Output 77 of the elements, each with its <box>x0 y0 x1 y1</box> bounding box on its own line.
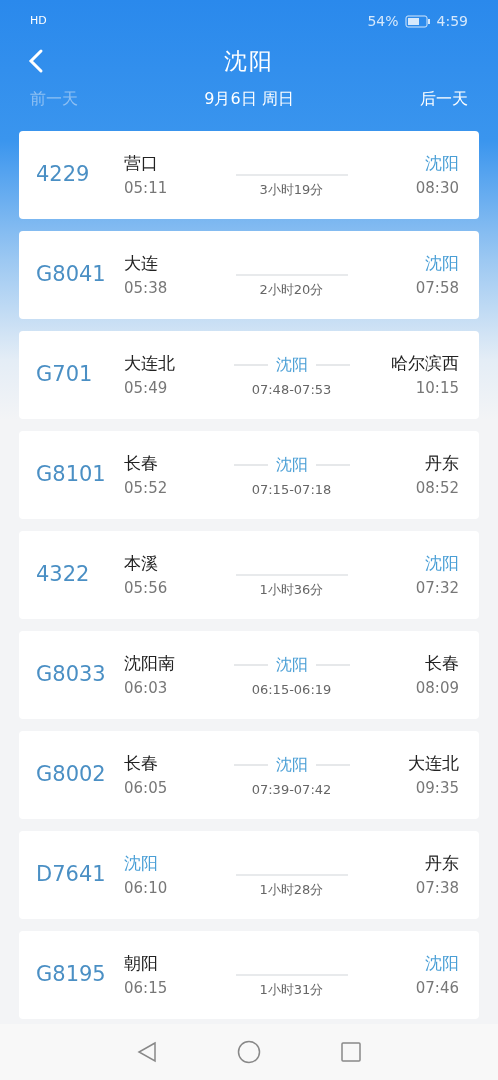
duration-text: 1小时36分 <box>259 581 324 600</box>
train-card[interactable]: D7641 沈阳 06:10 1小时28分 丹东 07:38 <box>19 831 479 919</box>
arrival-station: 大连北 <box>408 752 459 775</box>
back-nav-icon[interactable] <box>137 1041 157 1063</box>
via-station: 沈阳 <box>275 653 308 676</box>
duration-text: 3小时19分 <box>259 181 324 200</box>
departure-time: 05:38 <box>124 277 169 299</box>
train-number: G8002 <box>36 761 107 789</box>
departure-time: 06:15 <box>124 977 169 999</box>
train-number: 4322 <box>36 561 91 589</box>
arrival-time: 09:35 <box>415 777 459 799</box>
departure-station: 沈阳 <box>124 852 159 875</box>
train-card[interactable]: G8002 长春 06:05 沈阳 07:39-07:42 大连北 09:35 <box>19 731 479 819</box>
departure-station: 长春 <box>124 452 159 475</box>
arrival-time: 10:15 <box>415 377 459 399</box>
arrival-station: 丹东 <box>425 452 459 475</box>
stop-time-range: 07:39-07:42 <box>251 780 332 799</box>
departure-station: 沈阳南 <box>124 652 176 675</box>
duration-text: 1小时31分 <box>259 981 324 1000</box>
train-card[interactable]: 4229 营口 05:11 3小时19分 沈阳 08:30 <box>19 131 479 219</box>
departure-time: 05:11 <box>124 177 169 199</box>
arrival-station: 长春 <box>425 652 459 675</box>
stop-time-range: 06:15-06:19 <box>251 680 332 699</box>
via-station: 沈阳 <box>275 453 308 476</box>
train-number: G8195 <box>36 961 107 989</box>
train-number: D7641 <box>36 861 107 889</box>
via-station: 沈阳 <box>275 753 308 776</box>
train-card[interactable]: G8101 长春 05:52 沈阳 07:15-07:18 丹东 08:52 <box>19 431 479 519</box>
page-title: 沈阳 <box>224 46 274 76</box>
train-number: 4229 <box>36 161 91 189</box>
arrival-station: 丹东 <box>425 852 459 875</box>
departure-station: 本溪 <box>124 552 159 575</box>
recents-nav-icon[interactable] <box>341 1042 361 1062</box>
departure-time: 05:56 <box>124 577 169 599</box>
train-number: G8101 <box>36 461 107 489</box>
stop-time-range: 07:48-07:53 <box>251 380 332 399</box>
departure-time: 06:05 <box>124 777 169 799</box>
stop-time-range: 07:15-07:18 <box>251 480 332 499</box>
arrival-time: 07:38 <box>415 877 459 899</box>
arrival-station: 哈尔滨西 <box>391 352 459 375</box>
departure-station: 大连北 <box>124 352 176 375</box>
battery-icon <box>404 14 431 28</box>
train-number: G8041 <box>36 261 107 289</box>
clock: 4:59 <box>436 11 468 31</box>
arrival-time: 08:52 <box>415 477 459 499</box>
arrival-station: 沈阳 <box>425 952 459 975</box>
departure-time: 06:03 <box>124 677 169 699</box>
arrival-time: 08:09 <box>415 677 459 699</box>
duration-text: 1小时28分 <box>259 881 324 900</box>
departure-time: 05:52 <box>124 477 169 499</box>
arrival-time: 07:32 <box>415 577 459 599</box>
departure-time: 06:10 <box>124 877 169 899</box>
date-label: 9月6日 周日 <box>204 88 294 110</box>
home-nav-icon[interactable] <box>237 1040 261 1064</box>
train-card[interactable]: G8041 大连 05:38 2小时20分 沈阳 07:58 <box>19 231 479 319</box>
departure-station: 营口 <box>124 152 159 175</box>
departure-station: 朝阳 <box>124 952 159 975</box>
arrival-time: 07:58 <box>415 277 459 299</box>
arrival-time: 08:30 <box>415 177 459 199</box>
train-card[interactable]: G8195 朝阳 06:15 1小时31分 沈阳 07:46 <box>19 931 479 1019</box>
arrival-time: 07:46 <box>415 977 459 999</box>
back-button[interactable] <box>28 48 44 74</box>
status-icons: HD <box>30 12 47 30</box>
train-card[interactable]: G701 大连北 05:49 沈阳 07:48-07:53 哈尔滨西 10:15 <box>19 331 479 419</box>
via-station: 沈阳 <box>275 353 308 376</box>
duration-text: 2小时20分 <box>259 281 324 300</box>
train-number: G8033 <box>36 661 107 689</box>
arrival-station: 沈阳 <box>425 152 459 175</box>
arrival-station: 沈阳 <box>425 552 459 575</box>
battery-percent: 54% <box>367 11 399 31</box>
train-number: G701 <box>36 361 94 389</box>
departure-station: 长春 <box>124 752 159 775</box>
train-card[interactable]: G8033 沈阳南 06:03 沈阳 06:15-06:19 长春 08:09 <box>19 631 479 719</box>
departure-time: 05:49 <box>124 377 169 399</box>
train-card[interactable]: 4322 本溪 05:56 1小时36分 沈阳 07:32 <box>19 531 479 619</box>
arrival-station: 沈阳 <box>425 252 459 275</box>
departure-station: 大连 <box>124 252 159 275</box>
